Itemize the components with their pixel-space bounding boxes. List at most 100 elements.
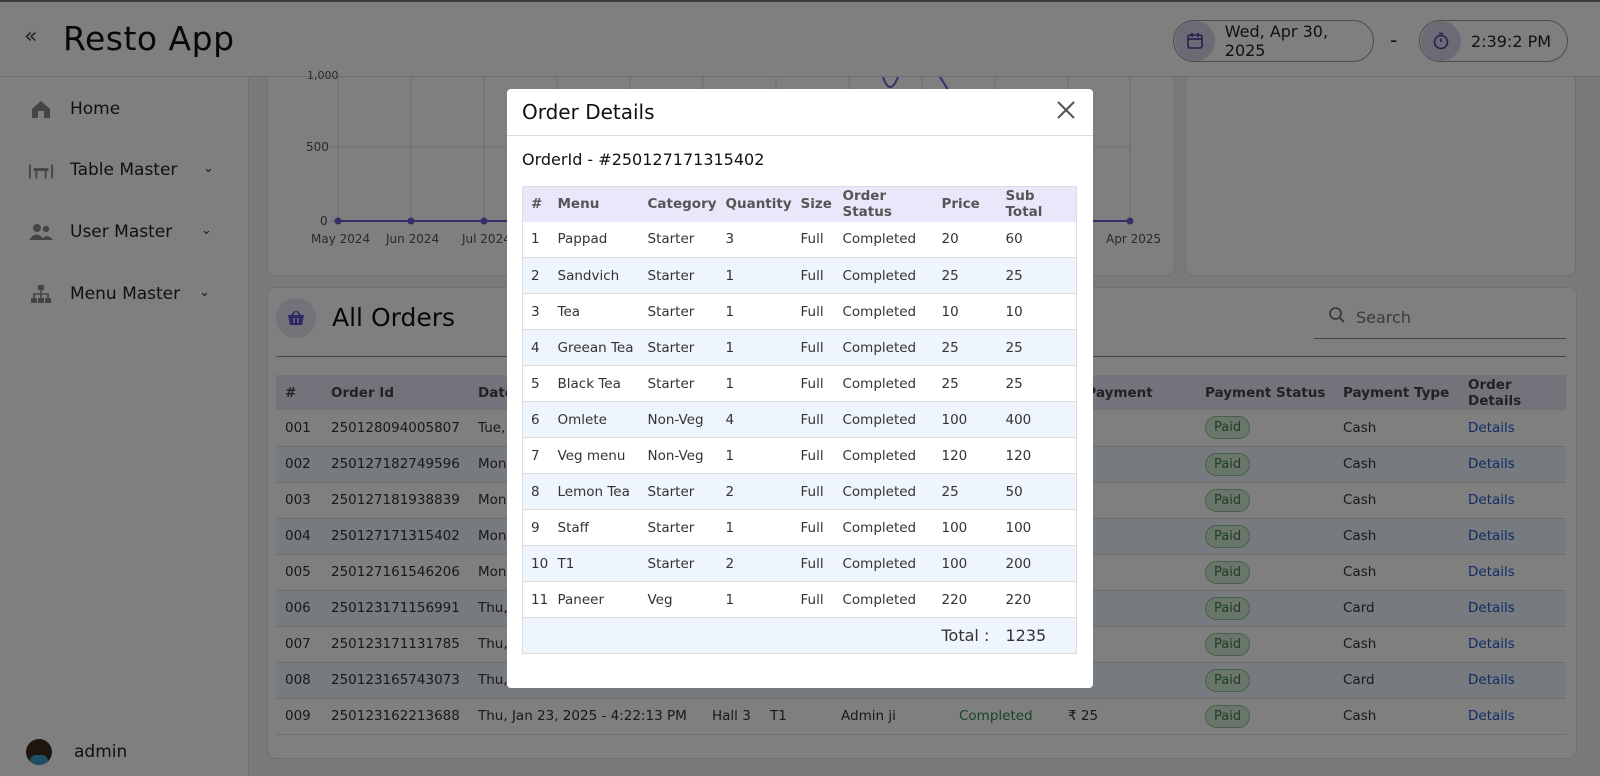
- cell-menu: Staff: [549, 509, 640, 546]
- total-value: 1235: [997, 617, 1077, 654]
- cell-quantity: 1: [717, 581, 793, 618]
- cell-order-status: Completed: [834, 473, 934, 510]
- cell-subtotal: 10: [997, 293, 1077, 330]
- cell-subtotal: 100: [997, 509, 1077, 546]
- cell-quantity: 1: [717, 437, 793, 474]
- cell-category: Non-Veg: [639, 437, 718, 474]
- cell-category: Non-Veg: [639, 401, 718, 438]
- cell-subtotal: 220: [997, 581, 1077, 618]
- total-spacer: [522, 617, 934, 654]
- cell-size: Full: [792, 509, 835, 546]
- cell-quantity: 2: [717, 473, 793, 510]
- cell-category: Starter: [639, 293, 718, 330]
- column-header: Menu: [549, 186, 640, 222]
- cell-subtotal: 25: [997, 329, 1077, 366]
- cell-category: Starter: [639, 509, 718, 546]
- cell-order-status: Completed: [834, 257, 934, 294]
- cell-menu: Black Tea: [549, 365, 640, 402]
- cell-quantity: 2: [717, 545, 793, 582]
- cell-category: Starter: [639, 221, 718, 258]
- cell-size: Full: [792, 257, 835, 294]
- column-header: Order Status: [834, 186, 934, 222]
- cell-price: 100: [933, 509, 998, 546]
- modal-title: Order Details: [522, 100, 655, 124]
- cell-order-status: Completed: [834, 329, 934, 366]
- cell-price: 25: [933, 257, 998, 294]
- column-header: Sub Total: [997, 186, 1077, 222]
- cell-price: 220: [933, 581, 998, 618]
- table-row: 5 Black Tea Starter 1 Full Completed 25 25: [522, 365, 1077, 402]
- table-row: 3 Tea Starter 1 Full Completed 10 10: [522, 293, 1077, 330]
- cell-price: 100: [933, 545, 998, 582]
- cell-category: Starter: [639, 473, 718, 510]
- cell-order-status: Completed: [834, 401, 934, 438]
- close-icon[interactable]: [1055, 99, 1077, 125]
- cell-no: 11: [522, 581, 550, 618]
- column-header: Quantity: [717, 186, 793, 222]
- cell-price: 25: [933, 329, 998, 366]
- cell-no: 5: [522, 365, 550, 402]
- cell-menu: Paneer: [549, 581, 640, 618]
- cell-size: Full: [792, 365, 835, 402]
- table-header-row: # Menu Category Quantity Size Order Stat…: [522, 186, 1077, 222]
- cell-subtotal: 25: [997, 365, 1077, 402]
- cell-quantity: 1: [717, 329, 793, 366]
- cell-order-status: Completed: [834, 581, 934, 618]
- cell-size: Full: [792, 401, 835, 438]
- cell-size: Full: [792, 221, 835, 258]
- cell-price: 10: [933, 293, 998, 330]
- cell-order-status: Completed: [834, 509, 934, 546]
- cell-quantity: 1: [717, 293, 793, 330]
- column-header: Size: [792, 186, 835, 222]
- cell-menu: Veg menu: [549, 437, 640, 474]
- table-row: 4 Greean Tea Starter 1 Full Completed 25 25: [522, 329, 1077, 366]
- cell-menu: Greean Tea: [549, 329, 640, 366]
- table-row: 8 Lemon Tea Starter 2 Full Completed 25 50: [522, 473, 1077, 510]
- cell-category: Starter: [639, 257, 718, 294]
- cell-no: 9: [522, 509, 550, 546]
- table-row: 6 Omlete Non-Veg 4 Full Completed 100 400: [522, 401, 1077, 438]
- cell-quantity: 3: [717, 221, 793, 258]
- cell-menu: Sandvich: [549, 257, 640, 294]
- table-row: 10 T1 Starter 2 Full Completed 100 200: [522, 545, 1077, 582]
- cell-quantity: 1: [717, 365, 793, 402]
- cell-no: 7: [522, 437, 550, 474]
- cell-quantity: 4: [717, 401, 793, 438]
- order-details-modal: Order Details OrderId - #250127171315402…: [507, 89, 1093, 688]
- cell-menu: T1: [549, 545, 640, 582]
- table-row: 9 Staff Starter 1 Full Completed 100 100: [522, 509, 1077, 546]
- cell-order-status: Completed: [834, 221, 934, 258]
- cell-subtotal: 400: [997, 401, 1077, 438]
- cell-size: Full: [792, 581, 835, 618]
- cell-menu: Lemon Tea: [549, 473, 640, 510]
- total-label: Total :: [933, 617, 998, 654]
- column-header: Category: [639, 186, 718, 222]
- cell-price: 20: [933, 221, 998, 258]
- cell-subtotal: 120: [997, 437, 1077, 474]
- order-items-table: # Menu Category Quantity Size Order Stat…: [522, 186, 1077, 654]
- modal-header: Order Details: [507, 89, 1093, 136]
- cell-no: 3: [522, 293, 550, 330]
- cell-menu: Pappad: [549, 221, 640, 258]
- cell-menu: Tea: [549, 293, 640, 330]
- cell-price: 25: [933, 365, 998, 402]
- cell-no: 6: [522, 401, 550, 438]
- cell-no: 1: [522, 221, 550, 258]
- cell-subtotal: 60: [997, 221, 1077, 258]
- cell-no: 8: [522, 473, 550, 510]
- cell-size: Full: [792, 329, 835, 366]
- total-row: Total : 1235: [522, 617, 1077, 654]
- cell-category: Starter: [639, 365, 718, 402]
- cell-size: Full: [792, 545, 835, 582]
- cell-price: 25: [933, 473, 998, 510]
- cell-size: Full: [792, 293, 835, 330]
- cell-subtotal: 25: [997, 257, 1077, 294]
- cell-order-status: Completed: [834, 293, 934, 330]
- cell-no: 2: [522, 257, 550, 294]
- table-row: 11 Paneer Veg 1 Full Completed 220 220: [522, 581, 1077, 618]
- order-id-label: OrderId - #250127171315402: [522, 150, 765, 169]
- cell-order-status: Completed: [834, 437, 934, 474]
- cell-order-status: Completed: [834, 365, 934, 402]
- cell-order-status: Completed: [834, 545, 934, 582]
- cell-quantity: 1: [717, 509, 793, 546]
